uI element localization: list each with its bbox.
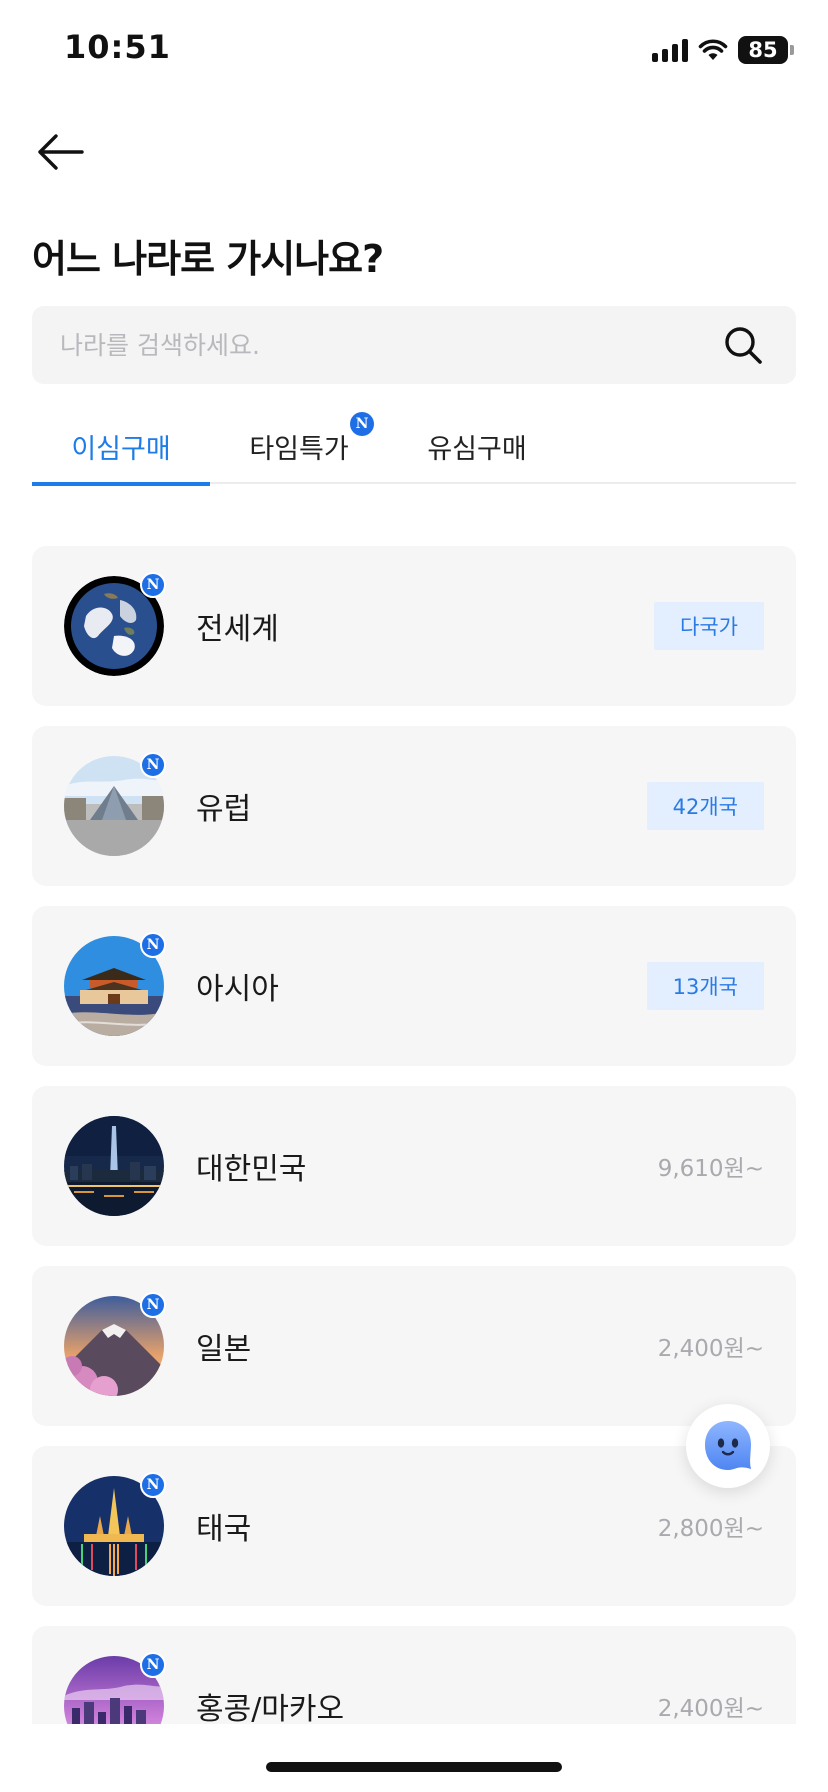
destination-name: 유럽 <box>196 792 252 827</box>
signal-icon <box>652 38 688 62</box>
tab-esim-purchase[interactable]: 이심구매 <box>32 408 210 486</box>
destination-name: 전세계 <box>196 612 279 647</box>
search-box[interactable] <box>32 306 796 384</box>
destination-item-asia[interactable]: N 아시아 13개국 <box>32 906 796 1066</box>
new-badge: N <box>350 412 374 436</box>
battery-icon: 85 <box>738 36 794 64</box>
tab-label: 유심구매 <box>427 433 527 465</box>
destination-tag: 42개국 <box>646 782 764 830</box>
destination-price: 9,610원~ <box>657 1156 764 1182</box>
new-badge: N <box>140 1652 166 1678</box>
status-time: 10:51 <box>64 28 171 66</box>
destination-item-thailand[interactable]: N 태국 2,800원~ <box>32 1446 796 1606</box>
search-icon[interactable] <box>722 324 764 366</box>
arrow-left-icon <box>38 134 84 170</box>
new-badge: N <box>140 932 166 958</box>
destination-list: N 전세계 다국가 N 유럽 42개국 N 아시아 13개국 대한민국 9,61… <box>32 546 796 1724</box>
home-indicator <box>266 1762 562 1772</box>
destination-price: 2,400원~ <box>657 1696 764 1722</box>
destination-price: 2,400원~ <box>657 1336 764 1362</box>
destination-item-japan[interactable]: N 일본 2,400원~ <box>32 1266 796 1426</box>
destination-item-worldwide[interactable]: N 전세계 다국가 <box>32 546 796 706</box>
seoul-night-skyline-image <box>64 1116 164 1216</box>
destination-name: 아시아 <box>196 972 279 1007</box>
new-badge: N <box>140 752 166 778</box>
tab-label: 타임특가 <box>249 433 349 465</box>
tab-usim-purchase[interactable]: 유심구매 <box>388 408 566 484</box>
destination-item-hongkong-macau[interactable]: N 홍콩/마카오 2,400원~ <box>32 1626 796 1724</box>
tab-time-deal[interactable]: 타임특가 N <box>210 408 388 484</box>
chatbot-button[interactable] <box>686 1404 770 1488</box>
new-badge: N <box>140 572 166 598</box>
destination-tag: 다국가 <box>654 602 764 650</box>
status-bar: 10:51 85 <box>0 0 828 100</box>
search-input[interactable] <box>60 306 700 384</box>
destination-name: 태국 <box>196 1512 252 1547</box>
destination-tag: 13개국 <box>646 962 764 1010</box>
back-button[interactable] <box>34 130 86 174</box>
status-icons: 85 <box>652 34 794 66</box>
battery-level: 85 <box>748 38 778 62</box>
destination-item-europe[interactable]: N 유럽 42개국 <box>32 726 796 886</box>
tab-bar: 이심구매 타임특가 N 유심구매 <box>32 408 796 486</box>
new-badge: N <box>140 1292 166 1318</box>
chatbot-icon <box>705 1421 751 1470</box>
new-badge: N <box>140 1472 166 1498</box>
tab-label: 이심구매 <box>71 433 171 465</box>
destination-name: 대한민국 <box>196 1152 307 1187</box>
destination-name: 일본 <box>196 1332 252 1367</box>
destination-name: 홍콩/마카오 <box>196 1692 345 1724</box>
wifi-icon <box>698 39 728 60</box>
page-title: 어느 나라로 가시나요? <box>32 237 384 281</box>
destination-item-korea[interactable]: 대한민국 9,610원~ <box>32 1086 796 1246</box>
